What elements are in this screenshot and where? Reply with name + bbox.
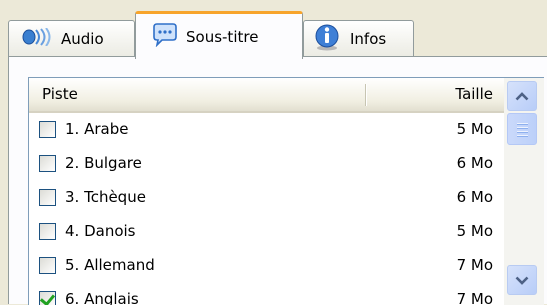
chevron-up-icon [515, 91, 529, 100]
tab-strip: Audio Sous-titre Infos [0, 0, 547, 59]
audio-waves-icon [21, 27, 53, 50]
scroll-down-button[interactable] [507, 265, 537, 295]
list-item[interactable]: 5. Allemand 7 Mo [29, 249, 504, 283]
tab-panel: Piste Taille 1. Arabe 5 Mo 2. Bulgare 6 … [8, 56, 547, 305]
grip-line [517, 131, 528, 132]
list-rows: 1. Arabe 5 Mo 2. Bulgare 6 Mo 3. Tchèque… [29, 113, 504, 305]
list-item[interactable]: 1. Arabe 5 Mo [29, 113, 504, 147]
track-list[interactable]: Piste Taille 1. Arabe 5 Mo 2. Bulgare 6 … [28, 77, 544, 305]
column-header-piste[interactable]: Piste [42, 78, 78, 111]
column-separator[interactable] [365, 84, 366, 106]
list-item[interactable]: 4. Danois 5 Mo [29, 215, 504, 249]
tab-audio-label: Audio [61, 30, 104, 48]
track-name: 5. Allemand [65, 256, 155, 274]
column-header-taille[interactable]: Taille [455, 78, 493, 111]
chevron-down-icon [515, 276, 529, 285]
track-size: 7 Mo [456, 256, 493, 274]
tab-sous-titre-label: Sous-titre [186, 27, 259, 46]
speech-bubble-icon [152, 22, 178, 51]
track-size: 6 Mo [456, 188, 493, 206]
list-item[interactable]: 3. Tchèque 6 Mo [29, 181, 504, 215]
list-header: Piste Taille [29, 78, 504, 113]
tab-infos-label: Infos [350, 30, 387, 48]
track-checkbox[interactable] [39, 155, 56, 172]
tab-infos[interactable]: Infos [303, 20, 414, 57]
track-size: 5 Mo [456, 120, 493, 138]
scrollbar-thumb[interactable] [507, 113, 537, 145]
track-name: 3. Tchèque [65, 188, 146, 206]
track-checkbox[interactable] [39, 223, 56, 240]
track-name: 6. Anglais [65, 290, 139, 305]
list-item[interactable]: 6. Anglais 7 Mo [29, 283, 504, 305]
track-name: 1. Arabe [65, 120, 129, 138]
track-checkbox[interactable] [39, 257, 56, 274]
track-size: 5 Mo [456, 222, 493, 240]
track-name: 2. Bulgare [65, 154, 142, 172]
vertical-scrollbar[interactable] [504, 78, 544, 305]
tab-sous-titre[interactable]: Sous-titre [135, 11, 303, 59]
grip-line [517, 123, 528, 124]
grip-line [517, 135, 528, 136]
track-checkbox[interactable] [39, 189, 56, 206]
info-icon [312, 23, 342, 55]
tab-audio[interactable]: Audio [8, 20, 135, 57]
grip-line [517, 127, 528, 128]
track-name: 4. Danois [65, 222, 136, 240]
scroll-up-button[interactable] [507, 81, 537, 111]
track-size: 6 Mo [456, 154, 493, 172]
list-item[interactable]: 2. Bulgare 6 Mo [29, 147, 504, 181]
track-checkbox[interactable] [39, 121, 56, 138]
track-checkbox[interactable] [39, 291, 56, 305]
track-size: 7 Mo [456, 290, 493, 305]
